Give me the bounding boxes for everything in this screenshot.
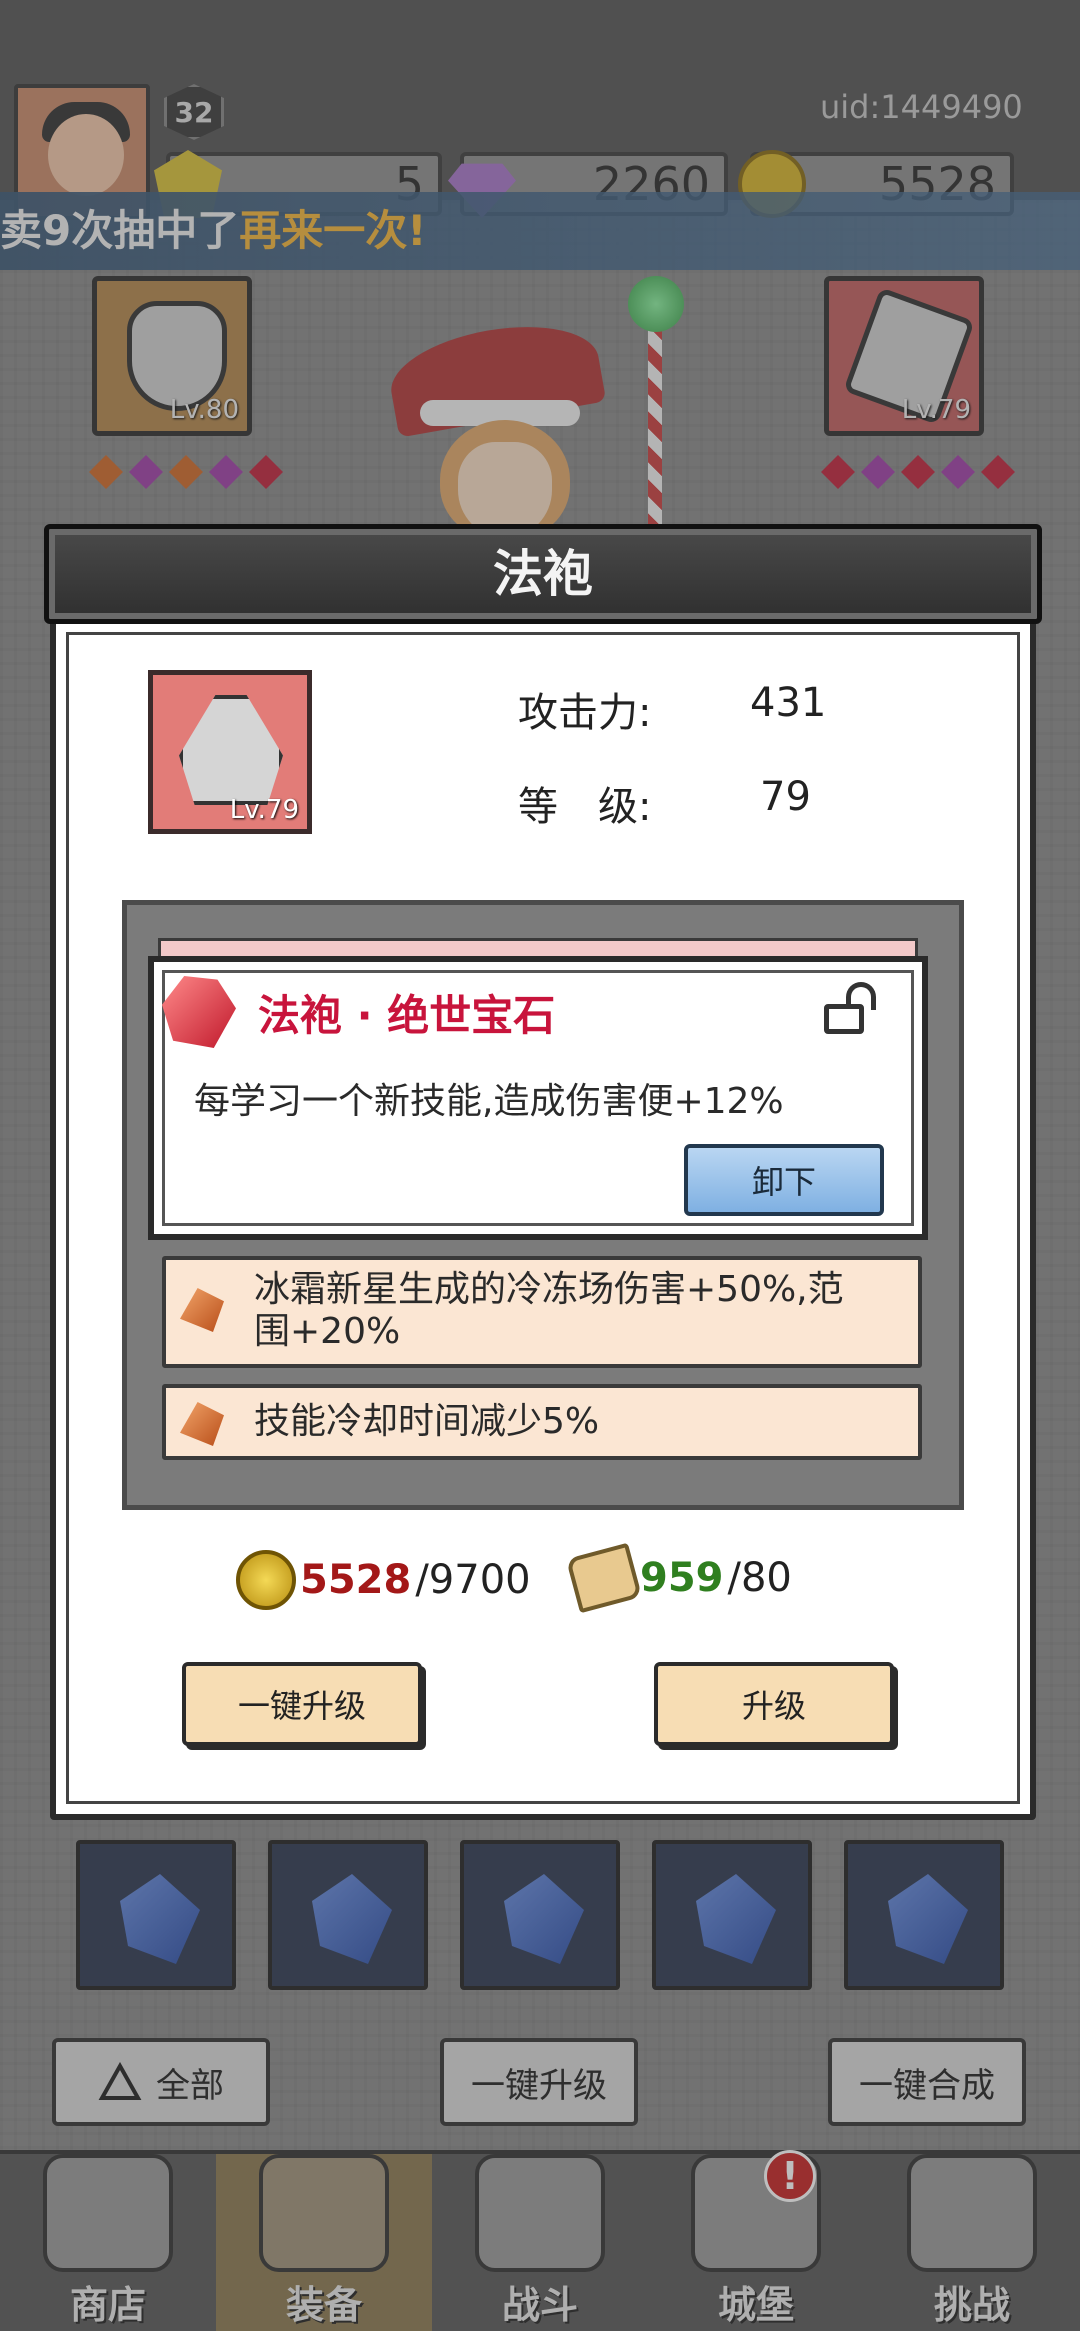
- unlock-icon[interactable]: [824, 982, 876, 1034]
- gem-title: 法袍 · 绝世宝石: [258, 991, 556, 1040]
- unequip-button[interactable]: 卸下: [684, 1144, 884, 1216]
- item-icon-box: Lv.79: [148, 670, 312, 834]
- attack-value: 431: [750, 680, 827, 726]
- item-detail-modal: 法袍 Lv.79 攻击力: 431 等 级: 79 法袍 · 绝世宝石 每学习一…: [44, 524, 1042, 1824]
- gold-required: /9700: [415, 1557, 531, 1603]
- upgrade-button[interactable]: 升级: [654, 1662, 894, 1746]
- attack-label: 攻击力:: [518, 690, 652, 736]
- gold-cost: 5528/9700: [236, 1550, 531, 1610]
- gold-owned: 5528: [300, 1557, 412, 1603]
- modal-title: 法袍: [44, 524, 1042, 624]
- scroll-icon: [565, 1542, 643, 1614]
- effect-text: 技能冷却时间减少5%: [254, 1401, 600, 1442]
- effect-row: 技能冷却时间减少5%: [162, 1384, 922, 1460]
- button-label: 卸下: [751, 1163, 816, 1201]
- scroll-required: /80: [727, 1555, 792, 1601]
- item-level: Lv.79: [229, 795, 299, 825]
- gem-description: 每学习一个新技能,造成伤害便+12%: [194, 1081, 784, 1122]
- button-label: 升级: [741, 1687, 806, 1725]
- level-value: 79: [760, 774, 811, 820]
- gold-coin-icon: [236, 1550, 296, 1610]
- level-label: 等 级:: [518, 784, 652, 830]
- effect-row: 冰霜新星生成的冷冻场伤害+50%,范 围+20%: [162, 1256, 922, 1368]
- amber-gem-icon: [180, 1288, 224, 1332]
- effect-text: 冰霜新星生成的冷冻场伤害+50%,范: [254, 1269, 844, 1310]
- amber-gem-icon: [180, 1402, 224, 1446]
- one-click-upgrade-button[interactable]: 一键升级: [182, 1662, 422, 1746]
- button-label: 一键升级: [237, 1687, 366, 1725]
- scroll-owned: 959: [640, 1555, 724, 1601]
- robe-icon: [179, 695, 283, 805]
- scroll-cost: 959/80: [565, 1542, 792, 1614]
- effect-text: 围+20%: [254, 1311, 401, 1352]
